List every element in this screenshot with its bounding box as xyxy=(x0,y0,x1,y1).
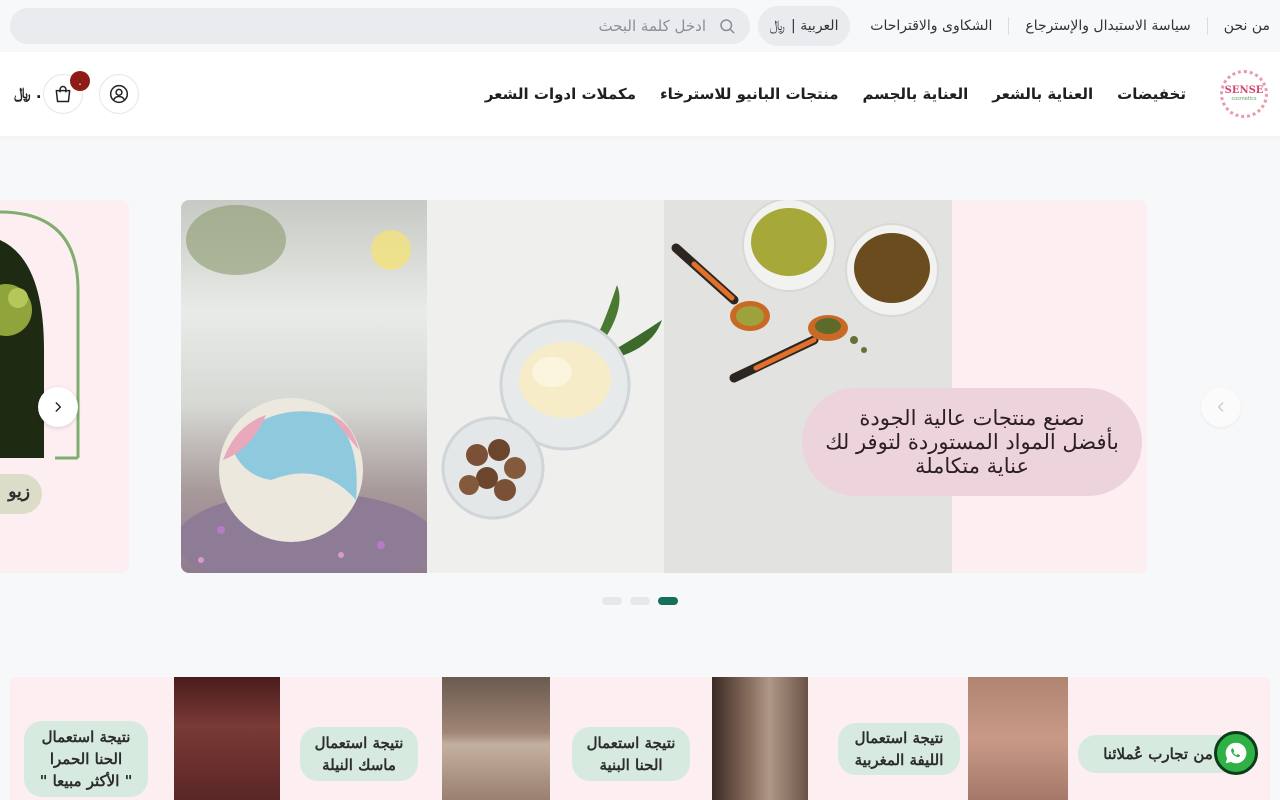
customer-results-banner[interactable]: نتيجة استعمال الحنا الحمرا " الأكثر مبيع… xyxy=(10,677,1270,800)
hero-caption: نصنع منتجات عالية الجودة بأفضل المواد ال… xyxy=(802,388,1142,496)
site-logo[interactable]: SENSE cosmetics xyxy=(1220,70,1268,118)
pill-line: نتيجة استعمال xyxy=(586,734,676,752)
chevron-right-icon xyxy=(55,402,62,412)
slider-next-button[interactable] xyxy=(1201,387,1241,427)
nav-item-hair-accessories[interactable]: مكملات ادوات الشعر xyxy=(485,85,636,103)
nav-item-bath-products[interactable]: منتجات البانيو للاسترخاء xyxy=(660,85,839,103)
pill-line: نتيجة استعمال xyxy=(854,729,944,747)
riyal-icon: ﷼ xyxy=(769,18,786,34)
link-return-policy[interactable]: سياسة الاستبدال والإسترجاع xyxy=(1008,17,1206,35)
pill-line: من تجارب عُملائنا xyxy=(1103,745,1213,763)
main-nav: تخفيضات العناية بالشعر العناية بالجسم من… xyxy=(485,52,1186,136)
result-pill-moroccan-loofah: نتيجة استعمال الليفة المغربية xyxy=(838,723,960,775)
search-icon[interactable] xyxy=(718,17,736,35)
previous-slide-label: زيو xyxy=(8,482,30,502)
pill-line: الحنا الحمرا xyxy=(49,750,123,768)
slider-dots xyxy=(602,597,678,605)
skin-result-photo xyxy=(442,677,550,800)
link-about-us[interactable]: من نحن xyxy=(1206,17,1270,35)
result-pill-indigo-mask: نتيجة استعمال ماسك النيلة xyxy=(300,727,418,781)
hero-caption-line: نصنع منتجات عالية الجودة xyxy=(859,406,1085,430)
link-complaints[interactable]: الشكاوى والاقتراحات xyxy=(854,17,1008,35)
bath-bomb-image xyxy=(181,200,436,573)
brown-hair-photo xyxy=(712,677,808,800)
language-label: العربية | xyxy=(791,18,839,34)
pill-line: الليفة المغربية xyxy=(854,751,944,769)
search-bar xyxy=(10,8,750,44)
pill-line: نتيجة استعمال xyxy=(41,728,131,746)
top-utility-bar: من نحن سياسة الاستبدال والإسترجاع الشكاو… xyxy=(0,0,1280,52)
hero-caption-line: عناية متكاملة xyxy=(914,454,1030,478)
user-icon xyxy=(109,84,129,104)
whatsapp-button[interactable] xyxy=(1214,731,1258,775)
result-pill-brown-henna: نتيجة استعمال الحنا البنية xyxy=(572,727,690,781)
arch-frame-image xyxy=(0,210,80,514)
cart-button[interactable]: . xyxy=(43,71,90,114)
henna-powder-image xyxy=(664,200,952,573)
pill-line: نتيجة استعمال xyxy=(314,734,404,752)
slider-dot[interactable] xyxy=(630,597,650,605)
nav-item-sales[interactable]: تخفيضات xyxy=(1117,85,1186,103)
previous-slide-peek[interactable]: زيو xyxy=(0,200,129,573)
hair-result-photo xyxy=(174,677,280,800)
bag-icon xyxy=(55,85,71,103)
logo-text: SENSE xyxy=(1224,85,1264,96)
slider-prev-button[interactable] xyxy=(38,387,78,427)
hero-slide[interactable]: نصنع منتجات عالية الجودة بأفضل المواد ال… xyxy=(181,200,1147,573)
pink-background-panel xyxy=(952,200,1147,573)
arm-result-photo xyxy=(968,677,1068,800)
logo-subtext: cosmetics xyxy=(1231,96,1257,102)
hero-caption-line: بأفضل المواد المستوردة لتوفر لك xyxy=(825,430,1119,454)
top-links: من نحن سياسة الاستبدال والإسترجاع الشكاو… xyxy=(854,0,1270,52)
account-button[interactable] xyxy=(99,74,139,114)
slider-dot-active[interactable] xyxy=(658,597,678,605)
shea-butter-image xyxy=(427,200,664,573)
slider-dot[interactable] xyxy=(602,597,622,605)
search-input[interactable] xyxy=(46,8,706,44)
pill-line: ماسك النيلة xyxy=(322,756,396,774)
nav-item-body-care[interactable]: العناية بالجسم xyxy=(863,85,969,103)
result-pill-red-henna: نتيجة استعمال الحنا الحمرا " الأكثر مبيع… xyxy=(24,721,148,797)
cart-total: ﷼ . xyxy=(14,84,42,102)
pill-line: " الأكثر مبيعا " xyxy=(39,772,133,790)
chevron-left-icon xyxy=(1218,402,1224,412)
cart-count-badge: . xyxy=(70,71,90,91)
pill-line: الحنا البنية xyxy=(599,756,663,774)
nav-item-hair-care[interactable]: العناية بالشعر xyxy=(992,85,1093,103)
language-currency-button[interactable]: العربية | ﷼ xyxy=(758,6,850,46)
whatsapp-icon xyxy=(1225,742,1247,764)
main-header: SENSE cosmetics تخفيضات العناية بالشعر ا… xyxy=(0,52,1280,136)
